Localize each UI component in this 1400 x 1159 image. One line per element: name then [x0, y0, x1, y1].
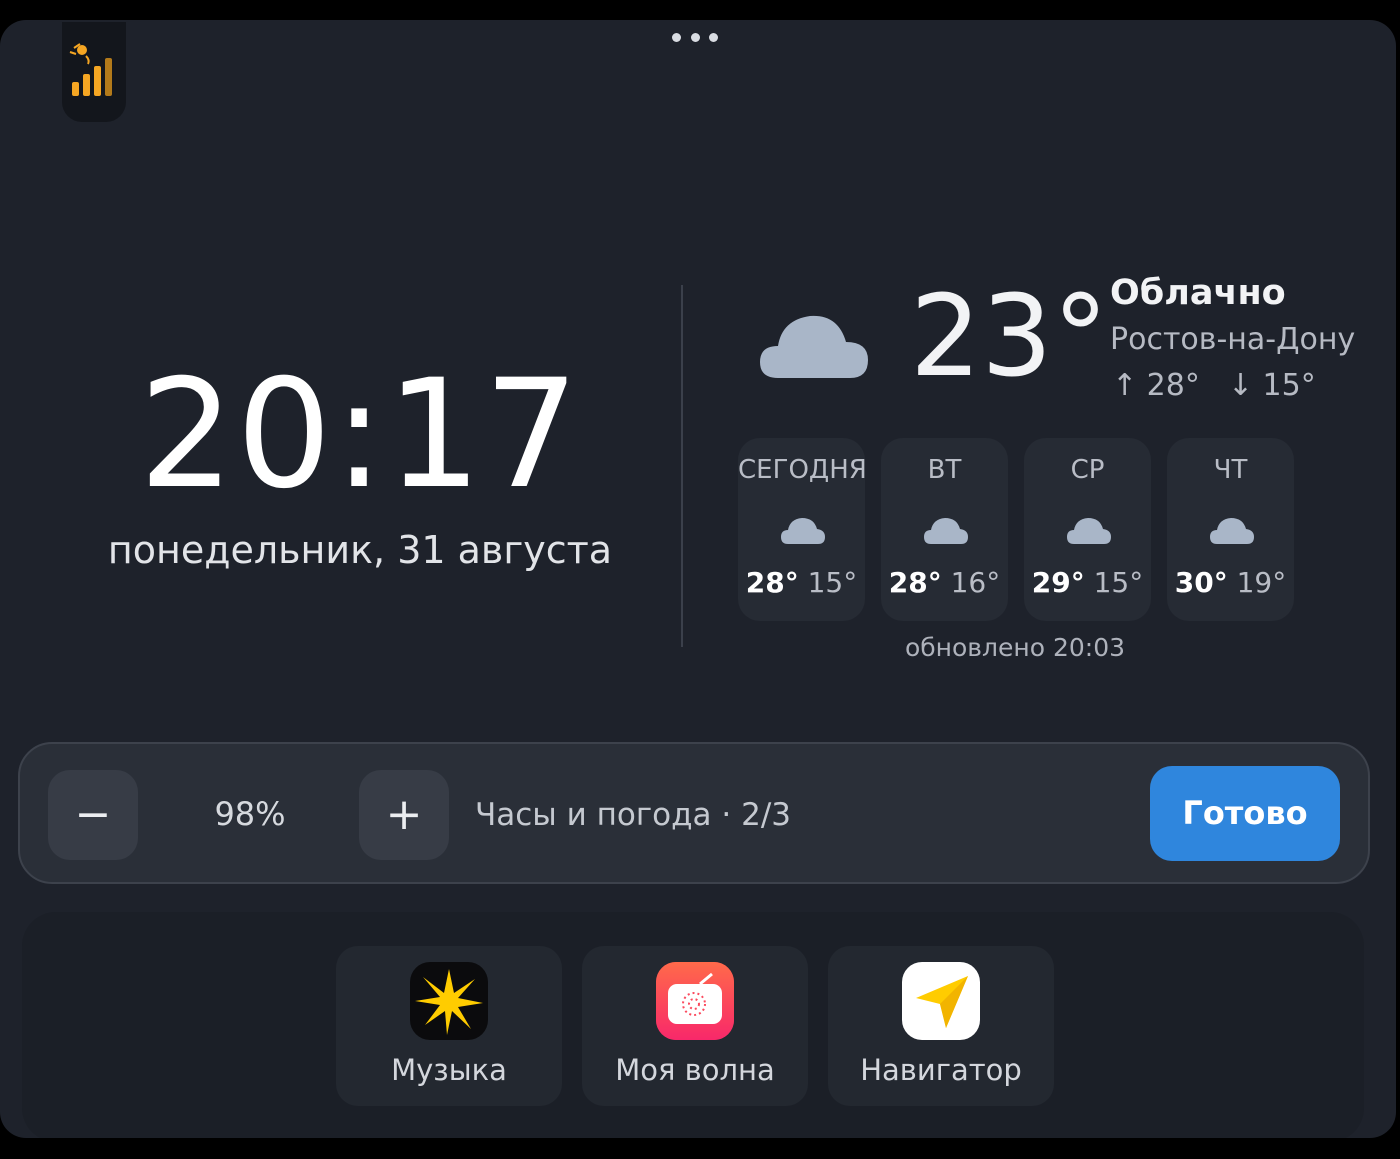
updated-time: обновлено 20:03 [904, 633, 1126, 662]
low-temperature: ↓ 15° [1227, 368, 1316, 403]
forecast-low: 19° [1236, 566, 1287, 599]
forecast-day-name: ЧТ [1213, 455, 1248, 485]
high-low-temperature: ↑ 28° ↓ 15° [1112, 366, 1316, 406]
forecast-day-name: СЕГОДНЯ [738, 455, 867, 485]
more-options-icon[interactable] [672, 28, 718, 46]
increase-size-button[interactable]: + [359, 770, 449, 860]
size-percent: 98% [214, 795, 286, 833]
forecast-low: 16° [950, 566, 1001, 599]
forecast-day-name: СР [1070, 455, 1105, 485]
weather-condition: Облачно [1110, 273, 1286, 313]
dock-item-music[interactable]: Музыка [336, 946, 562, 1106]
dock-label: Навигатор [860, 1053, 1022, 1087]
cloud-icon [760, 315, 868, 378]
dock-label: Музыка [391, 1053, 507, 1087]
forecast-high: 30° [1174, 566, 1228, 599]
dock-item-my-wave[interactable]: Моя волна [582, 946, 808, 1106]
navigator-arrow-icon [902, 962, 980, 1040]
cloud-icon [1067, 518, 1111, 544]
cloud-icon [924, 518, 968, 544]
app-dock: Музыка Моя волна Навигатор [22, 912, 1364, 1138]
forecast-list: СЕГОДНЯ 28° 15° ВТ 28° 16° СР 29° 15° ЧТ [738, 438, 1294, 621]
forecast-day-wed: СР 29° 15° [1024, 438, 1151, 621]
decrease-size-button[interactable]: − [48, 770, 138, 860]
dock-label: Моя волна [615, 1053, 775, 1087]
forecast-high: 28° [888, 566, 942, 599]
done-button[interactable]: Готово [1150, 766, 1340, 861]
music-star-icon [410, 962, 488, 1040]
forecast-low: 15° [807, 566, 858, 599]
forecast-day-thu: ЧТ 30° 19° [1167, 438, 1294, 621]
clock-time: 20:17 [138, 348, 582, 522]
app-badge[interactable] [62, 22, 126, 122]
cloud-icon [781, 518, 825, 544]
dock-item-navigator[interactable]: Навигатор [828, 946, 1054, 1106]
radio-icon [656, 962, 734, 1040]
forecast-low: 15° [1093, 566, 1144, 599]
divider [681, 285, 683, 647]
high-temperature: ↑ 28° [1112, 368, 1200, 403]
widget-screen: 20:17 понедельник, 31 августа 23° Облачн… [0, 20, 1396, 1138]
forecast-high: 29° [1031, 566, 1085, 599]
forecast-day-name: ВТ [927, 455, 962, 485]
forecast-high: 28° [745, 566, 799, 599]
widget-control-bar: − 98% + Часы и погода · 2/3 Готово [18, 742, 1370, 884]
signal-bee-icon [69, 43, 112, 96]
forecast-day-today: СЕГОДНЯ 28° 15° [738, 438, 867, 621]
current-temperature: 23° [910, 272, 1109, 402]
cloud-icon [1210, 518, 1254, 544]
clock-date: понедельник, 31 августа [107, 528, 613, 572]
forecast-day-tue: ВТ 28° 16° [881, 438, 1008, 621]
city-name: Ростов-на-Дону [1110, 322, 1356, 357]
widget-name: Часы и погода · 2/3 [475, 797, 791, 833]
